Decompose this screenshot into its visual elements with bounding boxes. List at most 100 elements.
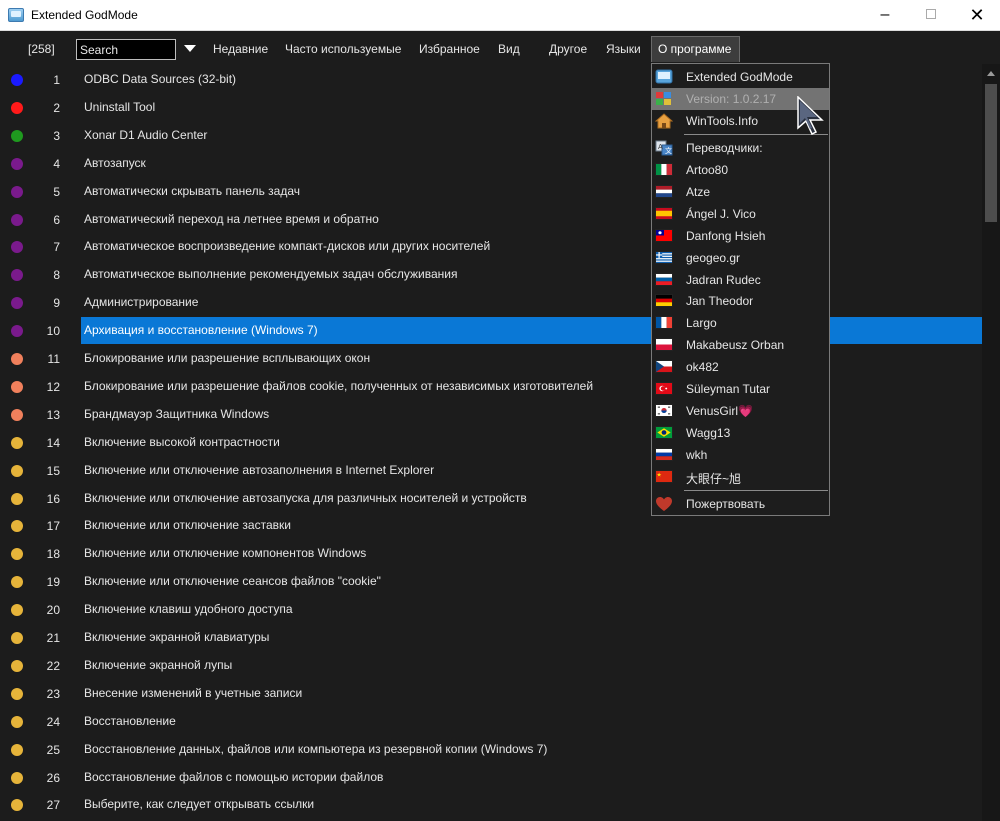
item-number: 20 bbox=[46, 603, 60, 618]
list-item[interactable]: 5 Автоматически скрывать панель задач bbox=[0, 178, 982, 206]
list-item[interactable]: 10 Архивация и восстановление (Windows 7) bbox=[0, 317, 982, 345]
vertical-scrollbar[interactable] bbox=[982, 64, 1000, 821]
mouse-cursor-icon bbox=[796, 95, 836, 136]
list-item[interactable]: 17 Включение или отключение заставки bbox=[0, 512, 982, 540]
list-item[interactable]: 13 Брандмауэр Защитника Windows bbox=[0, 401, 982, 429]
item-label: Включение экранной клавиатуры bbox=[84, 630, 270, 644]
translator-item[interactable]: ok482 bbox=[652, 356, 829, 378]
translator-item[interactable]: Atze bbox=[652, 181, 829, 203]
list-item[interactable]: 4 Автозапуск bbox=[0, 150, 982, 178]
menu-languages[interactable]: Языки bbox=[606, 42, 641, 56]
category-dot bbox=[11, 353, 23, 365]
item-label: Восстановление файлов с помощью истории … bbox=[84, 769, 384, 784]
item-number: 10 bbox=[46, 324, 60, 339]
translator-name: Atze bbox=[686, 184, 711, 199]
translator-name: geogeo.gr bbox=[686, 250, 741, 265]
item-label: ODBC Data Sources (32-bit) bbox=[84, 72, 237, 86]
translator-item[interactable]: Jadran Rudec bbox=[652, 269, 829, 291]
translator-item[interactable]: Largo bbox=[652, 312, 829, 334]
search-input[interactable] bbox=[76, 39, 176, 60]
scroll-up-icon[interactable] bbox=[987, 71, 995, 76]
item-number: 3 bbox=[53, 128, 60, 143]
translator-item[interactable]: Ángel J. Vico bbox=[652, 203, 829, 225]
item-label: Включение клавиш удобного доступа bbox=[84, 602, 293, 617]
list-item[interactable]: 18 Включение или отключение компонентов W… bbox=[0, 540, 982, 568]
translator-item[interactable]: VenusGirl💗 bbox=[652, 400, 829, 422]
menu-favorites[interactable]: Избранное bbox=[419, 42, 480, 56]
item-number: 2 bbox=[53, 100, 60, 115]
russia-flag-icon bbox=[655, 447, 673, 461]
translator-name: Largo bbox=[686, 316, 717, 331]
translator-name: Jan Theodor bbox=[686, 294, 754, 309]
translator-item[interactable]: Makabeusz Orban bbox=[652, 334, 829, 356]
menu-about[interactable]: О программе bbox=[651, 36, 741, 62]
search-dropdown-icon[interactable] bbox=[184, 45, 196, 52]
greece-flag-icon bbox=[655, 250, 673, 264]
item-number: 5 bbox=[53, 184, 60, 199]
turkey-flag-icon bbox=[655, 382, 673, 395]
list-item[interactable]: 15 Включение или отключение автозаполнени… bbox=[0, 457, 982, 485]
category-dot bbox=[11, 325, 23, 338]
item-label: Блокирование или разрешение всплывающих … bbox=[84, 351, 371, 365]
list-item[interactable]: 23 Внесение изменений в учетные записи bbox=[0, 680, 982, 708]
list-item[interactable]: 8 Автоматическое выполнение рекомендуемых… bbox=[0, 261, 982, 289]
item-number: 11 bbox=[47, 352, 60, 366]
heart-icon bbox=[655, 496, 673, 512]
home-icon bbox=[654, 113, 674, 129]
menu-frequent[interactable]: Часто используемые bbox=[285, 42, 401, 56]
translator-item[interactable]: Wagg13 bbox=[652, 422, 829, 444]
list-item[interactable]: 19 Включение или отключение сеансов файло… bbox=[0, 568, 982, 596]
translator-item[interactable]: Süleyman Tutar bbox=[652, 378, 829, 400]
item-label: Включение или отключение компонентов Win… bbox=[84, 546, 367, 561]
translator-item[interactable]: 大眼仔~旭 bbox=[652, 466, 829, 488]
translator-item[interactable]: geogeo.gr bbox=[652, 247, 829, 269]
list-item[interactable]: 7 Автоматическое воспроизведение компакт-… bbox=[0, 233, 982, 261]
category-dot bbox=[11, 492, 23, 505]
list-item[interactable]: 14 Включение высокой контрастности bbox=[0, 429, 982, 457]
list-item[interactable]: 6 Автоматический переход на летнее время … bbox=[0, 206, 982, 234]
item-number: 24 bbox=[46, 714, 60, 729]
menu-view[interactable]: Вид bbox=[498, 42, 520, 56]
menu-recent[interactable]: Недавние bbox=[213, 42, 268, 56]
list-item[interactable]: 21 Включение экранной клавиатуры bbox=[0, 624, 982, 652]
list-item[interactable]: 20 Включение клавиш удобного доступа bbox=[0, 596, 982, 624]
list-item[interactable]: 1 ODBC Data Sources (32-bit) bbox=[0, 66, 982, 94]
list-item[interactable]: 25 Восстановление данных, файлов или комп… bbox=[0, 736, 982, 764]
item-label: Автоматический переход на летнее время и… bbox=[84, 211, 379, 226]
category-dot bbox=[11, 74, 23, 86]
item-label: Блокирование или разрешение файлов cooki… bbox=[84, 378, 594, 393]
about-app-item[interactable]: Extended GodMode bbox=[652, 66, 829, 88]
category-dot bbox=[11, 771, 23, 784]
translator-item[interactable]: wkh bbox=[652, 444, 829, 466]
title-bar: Extended GodMode – ✕ bbox=[0, 0, 1000, 31]
item-label: Xonar D1 Audio Center bbox=[84, 127, 208, 142]
donate-item[interactable]: Пожертвовать bbox=[652, 493, 829, 515]
translator-name: Wagg13 bbox=[686, 425, 731, 440]
item-number: 1 bbox=[53, 73, 60, 87]
menu-other[interactable]: Другое bbox=[549, 42, 587, 56]
list-item[interactable]: 24 Восстановление bbox=[0, 708, 982, 736]
category-dot bbox=[11, 380, 23, 393]
minimize-button[interactable]: – bbox=[862, 0, 908, 31]
close-button[interactable]: ✕ bbox=[954, 0, 1000, 31]
maximize-button[interactable] bbox=[908, 0, 954, 31]
category-dot bbox=[11, 604, 23, 617]
list-item[interactable]: 26 Восстановление файлов с помощью истори… bbox=[0, 764, 982, 792]
item-number: 18 bbox=[46, 547, 60, 562]
list-item[interactable]: 12 Блокирование или разрешение файлов coo… bbox=[0, 373, 982, 401]
list-item[interactable]: 11 Блокирование или разрешение всплывающи… bbox=[0, 345, 982, 373]
item-label: Включение или отключение сеансов файлов … bbox=[84, 574, 381, 589]
list-item[interactable]: 16 Включение или отключение автозапуска д… bbox=[0, 485, 982, 513]
list-item[interactable]: 22 Включение экранной лупы bbox=[0, 652, 982, 680]
category-dot bbox=[11, 269, 23, 282]
item-number: 21 bbox=[46, 631, 60, 645]
list-item[interactable]: 9 Администрирование bbox=[0, 289, 982, 317]
item-label: Автоматически скрывать панель задач bbox=[84, 183, 301, 198]
svg-text:文: 文 bbox=[665, 146, 672, 155]
translator-item[interactable]: Artoo80 bbox=[652, 159, 829, 181]
toolbar: [258] Недавние Часто используемые Избран… bbox=[0, 31, 1000, 64]
list-item[interactable]: 27 Выберите, как следует открывать ссылки bbox=[0, 791, 982, 819]
scroll-thumb[interactable] bbox=[985, 84, 997, 222]
translator-item[interactable]: Jan Theodor bbox=[652, 290, 829, 312]
translator-item[interactable]: Danfong Hsieh bbox=[652, 225, 829, 247]
